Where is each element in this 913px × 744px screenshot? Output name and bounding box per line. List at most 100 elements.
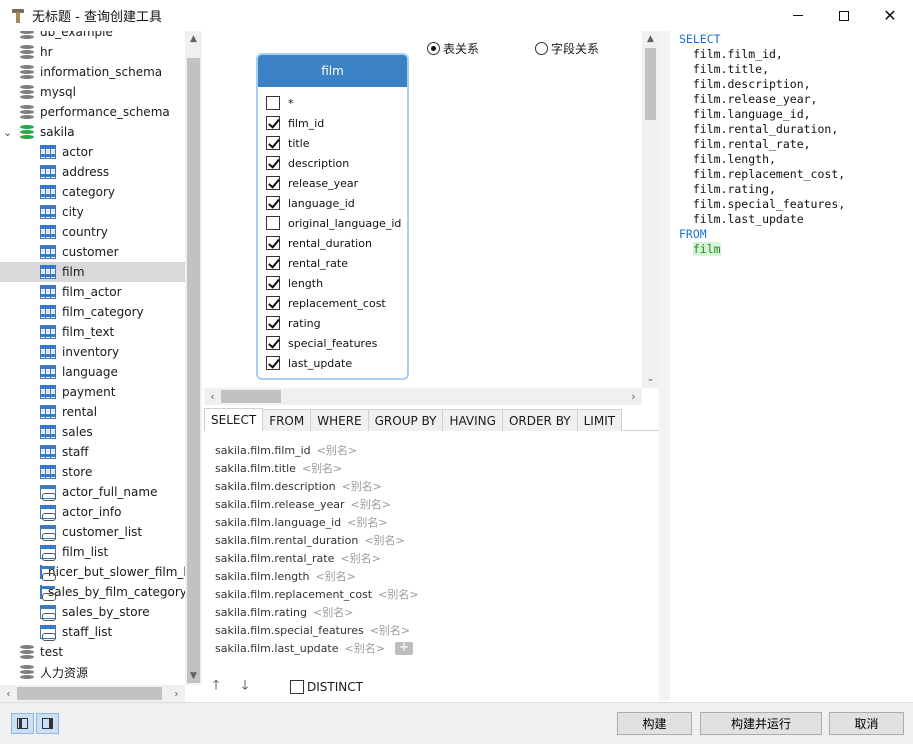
- tree-item-13[interactable]: film_actor: [0, 282, 185, 302]
- select-field-name[interactable]: sakila.film.film_id: [215, 444, 311, 457]
- field-row[interactable]: last_update: [266, 353, 352, 373]
- field-checkbox[interactable]: [266, 336, 280, 350]
- field-row[interactable]: special_features: [266, 333, 377, 353]
- scroll-right-icon[interactable]: ›: [625, 388, 642, 405]
- select-field-alias[interactable]: <别名>: [370, 622, 410, 638]
- list-item[interactable]: sakila.film.last_update <别名> +: [215, 639, 413, 657]
- close-button[interactable]: ✕: [867, 0, 913, 31]
- list-item[interactable]: sakila.film.rating <别名>: [215, 603, 353, 621]
- layout-right-pane-button[interactable]: [36, 713, 59, 734]
- tree-item-19[interactable]: rental: [0, 402, 185, 422]
- scroll-left-icon[interactable]: ‹: [0, 685, 17, 702]
- scroll-down-icon[interactable]: ⌄: [642, 371, 659, 388]
- tree-item-29[interactable]: sales_by_store: [0, 602, 185, 622]
- tree-item-6[interactable]: actor: [0, 142, 185, 162]
- tree-item-8[interactable]: category: [0, 182, 185, 202]
- field-row[interactable]: length: [266, 273, 323, 293]
- select-field-name[interactable]: sakila.film.rental_duration: [215, 534, 358, 547]
- scroll-left-icon[interactable]: ‹: [204, 388, 221, 405]
- select-field-alias[interactable]: <别名>: [317, 442, 357, 458]
- tree-item-12[interactable]: film: [0, 262, 185, 282]
- select-field-alias[interactable]: <别名>: [315, 568, 355, 584]
- select-field-alias[interactable]: <别名>: [340, 550, 380, 566]
- select-field-alias[interactable]: <别名>: [347, 514, 387, 530]
- tab-group-by[interactable]: GROUP BY: [367, 409, 444, 431]
- build-and-run-button[interactable]: 构建并运行: [700, 712, 822, 735]
- tree-item-18[interactable]: payment: [0, 382, 185, 402]
- layout-left-pane-button[interactable]: [11, 713, 34, 734]
- tree-item-7[interactable]: address: [0, 162, 185, 182]
- select-field-name[interactable]: sakila.film.language_id: [215, 516, 341, 529]
- list-item[interactable]: sakila.film.title <别名>: [215, 459, 342, 477]
- diagram-vertical-scrollbar[interactable]: ▲ ⌄: [642, 31, 659, 388]
- field-row[interactable]: film_id: [266, 113, 324, 133]
- tree-item-21[interactable]: staff: [0, 442, 185, 462]
- checkbox[interactable]: [290, 680, 304, 694]
- field-row[interactable]: language_id: [266, 193, 355, 213]
- tab-select[interactable]: SELECT: [204, 408, 264, 431]
- field-checkbox[interactable]: [266, 196, 280, 210]
- field-row[interactable]: original_language_id: [266, 213, 401, 233]
- tree-item-32[interactable]: 人力资源: [0, 662, 185, 682]
- field-checkbox[interactable]: [266, 216, 280, 230]
- table-card-title[interactable]: film: [258, 55, 407, 87]
- list-item[interactable]: sakila.film.language_id <别名>: [215, 513, 388, 531]
- tree-item-17[interactable]: language: [0, 362, 185, 382]
- list-item[interactable]: sakila.film.film_id <别名>: [215, 441, 357, 459]
- select-field-name[interactable]: sakila.film.release_year: [215, 498, 345, 511]
- object-tree[interactable]: db_example hr information_schema mysql perfo…: [0, 31, 185, 685]
- diagram-horizontal-scrollbar[interactable]: ‹ ›: [204, 388, 642, 405]
- tree-item-16[interactable]: inventory: [0, 342, 185, 362]
- expand-chevron-icon[interactable]: ⌄: [3, 126, 13, 139]
- list-item[interactable]: sakila.film.rental_duration <别名>: [215, 531, 405, 549]
- tree-item-0[interactable]: db_example: [0, 31, 185, 42]
- list-item[interactable]: sakila.film.special_features <别名>: [215, 621, 410, 639]
- select-field-name[interactable]: sakila.film.description: [215, 480, 336, 493]
- field-row[interactable]: release_year: [266, 173, 358, 193]
- field-checkbox[interactable]: [266, 356, 280, 370]
- tree-item-10[interactable]: country: [0, 222, 185, 242]
- tree-item-14[interactable]: film_category: [0, 302, 185, 322]
- select-field-name[interactable]: sakila.film.last_update: [215, 642, 339, 655]
- tree-item-9[interactable]: city: [0, 202, 185, 222]
- distinct-checkbox[interactable]: DISTINCT: [290, 680, 363, 694]
- select-field-alias[interactable]: <别名>: [351, 496, 391, 512]
- tree-item-5[interactable]: ⌄ sakila: [0, 122, 185, 142]
- select-field-name[interactable]: sakila.film.rental_rate: [215, 552, 334, 565]
- maximize-button[interactable]: [821, 0, 867, 31]
- tab-from[interactable]: FROM: [262, 409, 312, 431]
- select-field-name[interactable]: sakila.film.title: [215, 462, 296, 475]
- tree-vertical-scrollbar[interactable]: ▲ ▼: [185, 31, 202, 685]
- select-field-alias[interactable]: <别名>: [302, 460, 342, 476]
- scroll-thumb[interactable]: [645, 48, 656, 120]
- tab-order-by[interactable]: ORDER BY: [501, 409, 578, 431]
- field-checkbox[interactable]: [266, 136, 280, 150]
- scroll-right-icon[interactable]: ›: [168, 685, 185, 702]
- tree-item-11[interactable]: customer: [0, 242, 185, 262]
- radio-field-relation[interactable]: 字段关系: [535, 40, 599, 57]
- field-checkbox[interactable]: [266, 276, 280, 290]
- tree-item-2[interactable]: information_schema: [0, 62, 185, 82]
- select-field-name[interactable]: sakila.film.rating: [215, 606, 307, 619]
- select-field-alias[interactable]: <别名>: [313, 604, 353, 620]
- panel-divider[interactable]: [659, 31, 670, 701]
- select-field-alias[interactable]: <别名>: [378, 586, 418, 602]
- select-field-name[interactable]: sakila.film.special_features: [215, 624, 364, 637]
- cancel-button[interactable]: 取消: [829, 712, 904, 735]
- tree-item-31[interactable]: test: [0, 642, 185, 662]
- move-up-icon[interactable]: 🡑: [209, 676, 223, 698]
- scroll-thumb[interactable]: [17, 687, 162, 700]
- tree-item-3[interactable]: mysql: [0, 82, 185, 102]
- field-checkbox[interactable]: [266, 316, 280, 330]
- add-field-button[interactable]: +: [394, 641, 413, 655]
- field-row[interactable]: description: [266, 153, 349, 173]
- field-row[interactable]: title: [266, 133, 310, 153]
- field-row[interactable]: rental_rate: [266, 253, 348, 273]
- select-field-alias[interactable]: <别名>: [345, 640, 385, 656]
- list-item[interactable]: sakila.film.description <别名>: [215, 477, 382, 495]
- tab-where[interactable]: WHERE: [310, 409, 369, 431]
- tree-item-30[interactable]: staff_list: [0, 622, 185, 642]
- select-field-alias[interactable]: <别名>: [364, 532, 404, 548]
- tree-item-26[interactable]: film_list: [0, 542, 185, 562]
- list-item[interactable]: sakila.film.rental_rate <别名>: [215, 549, 381, 567]
